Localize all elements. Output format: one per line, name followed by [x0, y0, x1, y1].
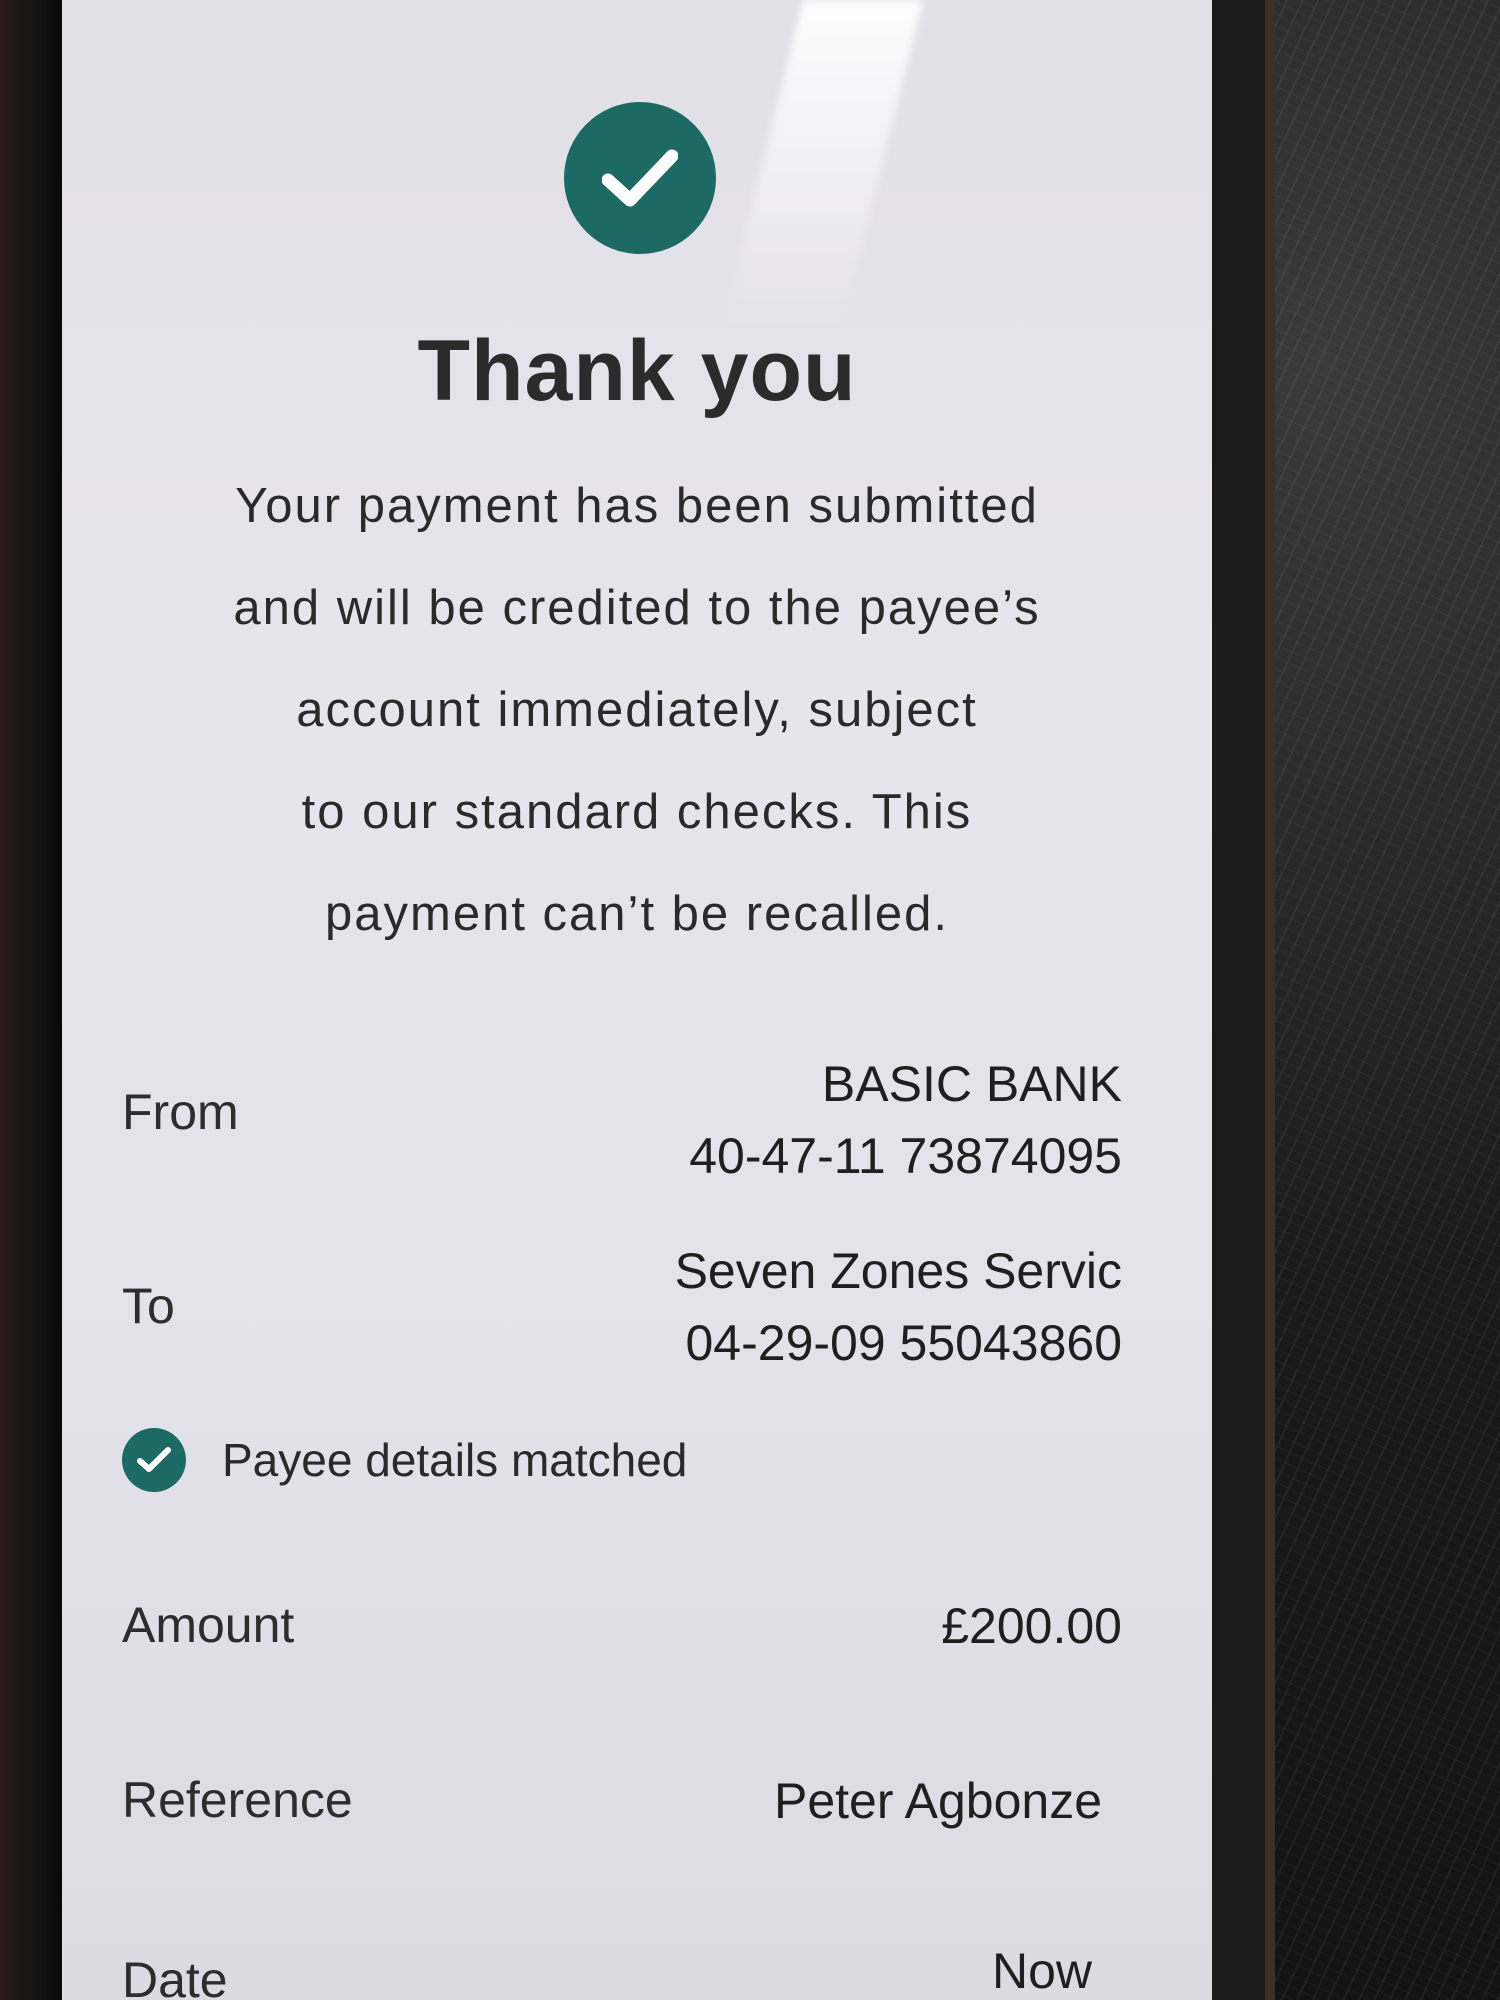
- amount-value: £200.00: [941, 1598, 1122, 1654]
- to-label: To: [122, 1278, 175, 1334]
- amount-row: Amount £200.00: [122, 1590, 1122, 1670]
- phone-device: Thank you Your payment has been submitte…: [0, 0, 1275, 2000]
- message-line: to our standard checks. This: [301, 785, 973, 839]
- reference-value: Peter Agbonze: [773, 1773, 1102, 1829]
- reference-row: Reference Peter Agbonze: [122, 1765, 1122, 1845]
- phone-edge: [0, 0, 62, 2000]
- date-value: Now: [991, 1943, 1092, 1999]
- page-title: Thank you: [417, 323, 857, 419]
- from-bank-name: BASIC BANK: [821, 1056, 1122, 1112]
- message-line: and will be credited to the payee’s: [233, 581, 1041, 635]
- check-circle-icon: [122, 1428, 186, 1492]
- message-line: Your payment has been submitted: [235, 479, 1039, 533]
- amount-label: Amount: [122, 1597, 295, 1653]
- checkmark-glyph: [137, 1447, 171, 1472]
- payment-confirmation-screen: Thank you Your payment has been submitte…: [62, 0, 1212, 2000]
- message-line: payment can’t be recalled.: [325, 887, 949, 941]
- confirmation-message: Your payment has been submitted and will…: [132, 455, 1142, 965]
- payee-account-number: 04-29-09 55043860: [685, 1315, 1123, 1371]
- reference-label: Reference: [122, 1772, 353, 1828]
- from-account-number: 40-47-11 73874095: [689, 1128, 1122, 1184]
- to-row: To Seven Zones Servic 04-29-09 55043860: [122, 1235, 1122, 1385]
- payee-name: Seven Zones Servic: [674, 1243, 1122, 1299]
- from-row: From BASIC BANK 40-47-11 73874095: [122, 1048, 1122, 1198]
- date-label: Date: [122, 1952, 228, 2000]
- message-line: account immediately, subject: [296, 683, 978, 737]
- payee-match-status: Payee details matched: [122, 1425, 922, 1495]
- leather-texture: [1240, 0, 1500, 2000]
- date-row: Date Now: [122, 1935, 1122, 2000]
- checkmark-glyph: [602, 149, 678, 207]
- from-label: From: [122, 1084, 239, 1140]
- screen-glare: [720, 0, 924, 330]
- payee-match-text: Payee details matched: [222, 1434, 688, 1486]
- check-circle-icon: [564, 102, 716, 254]
